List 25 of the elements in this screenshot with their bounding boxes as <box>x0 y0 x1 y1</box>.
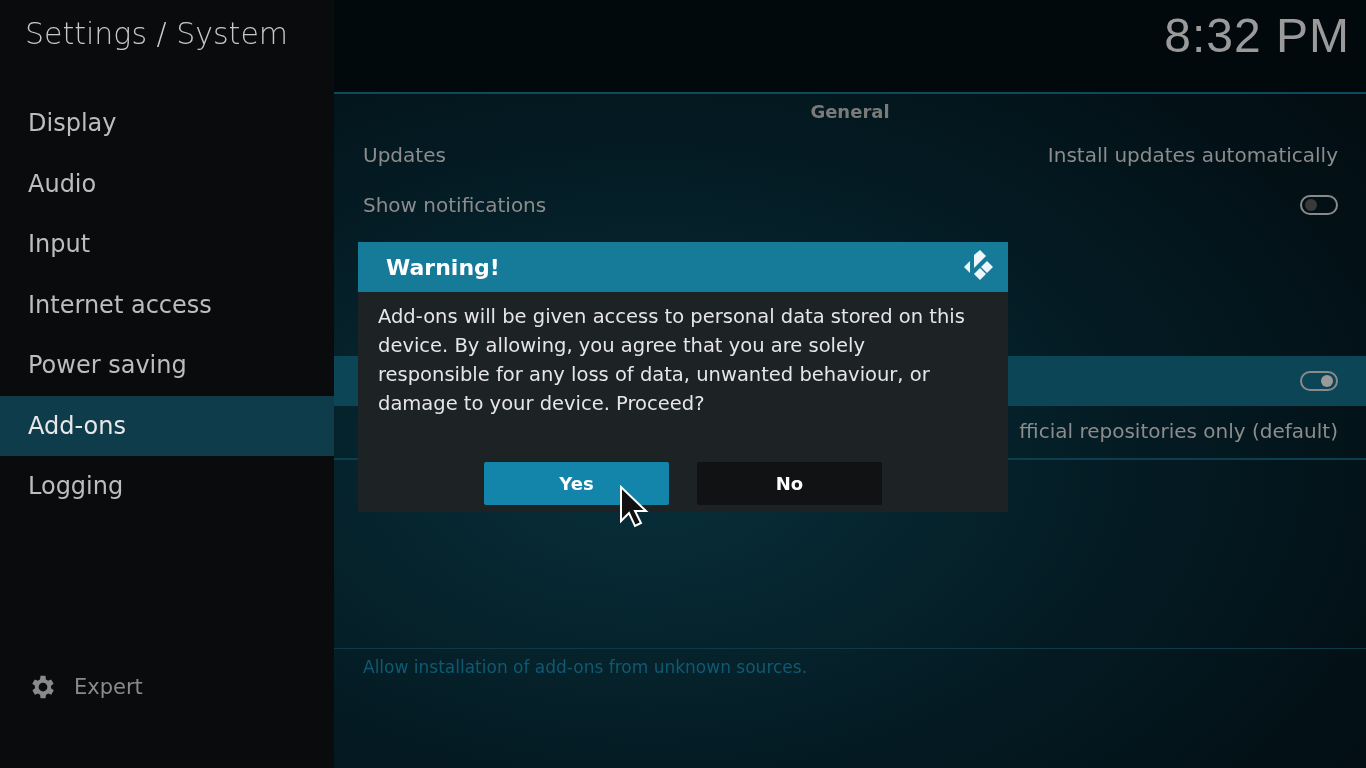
clock: 8:32 PM <box>1164 8 1351 64</box>
sidebar-item[interactable]: Input <box>0 214 334 275</box>
sidebar-item[interactable]: Power saving <box>0 335 334 396</box>
section-heading: General <box>809 100 891 124</box>
page-title: Settings / System <box>24 15 290 53</box>
dialog-title: Warning! <box>386 254 500 280</box>
sidebar-item[interactable]: Display <box>0 93 334 154</box>
setting-description: Allow installation of add-ons from unknown sources. <box>334 648 1366 677</box>
setting-value: fficial repositories only (default) <box>1019 419 1338 443</box>
setting-row[interactable]: Updates Install updates automatically <box>334 130 1366 180</box>
toggle-switch[interactable] <box>1300 371 1338 391</box>
dialog-button[interactable]: No <box>697 462 882 505</box>
sidebar-item[interactable]: Internet access <box>0 274 334 335</box>
setting-row[interactable]: Show notifications <box>334 180 1366 230</box>
toggle-switch[interactable] <box>1300 195 1338 215</box>
sidebar-item[interactable]: Logging <box>0 456 334 517</box>
setting-value: Install updates automatically <box>1047 143 1338 167</box>
setting-label: Show notifications <box>363 193 547 217</box>
cursor-icon <box>619 485 649 529</box>
dialog-button[interactable]: Yes <box>484 462 669 505</box>
setting-label: Updates <box>363 143 446 167</box>
dialog-message: Add-ons will be given access to personal data stored on this device. By allowing, you agree that you are solely responsible for any loss of data, unwanted behaviour, or damage to your device. Proceed? <box>378 304 966 417</box>
sidebar-item[interactable]: Audio <box>0 153 334 214</box>
sidebar-item[interactable]: Add-ons <box>0 395 334 456</box>
expert-button[interactable]: Expert <box>28 672 158 702</box>
